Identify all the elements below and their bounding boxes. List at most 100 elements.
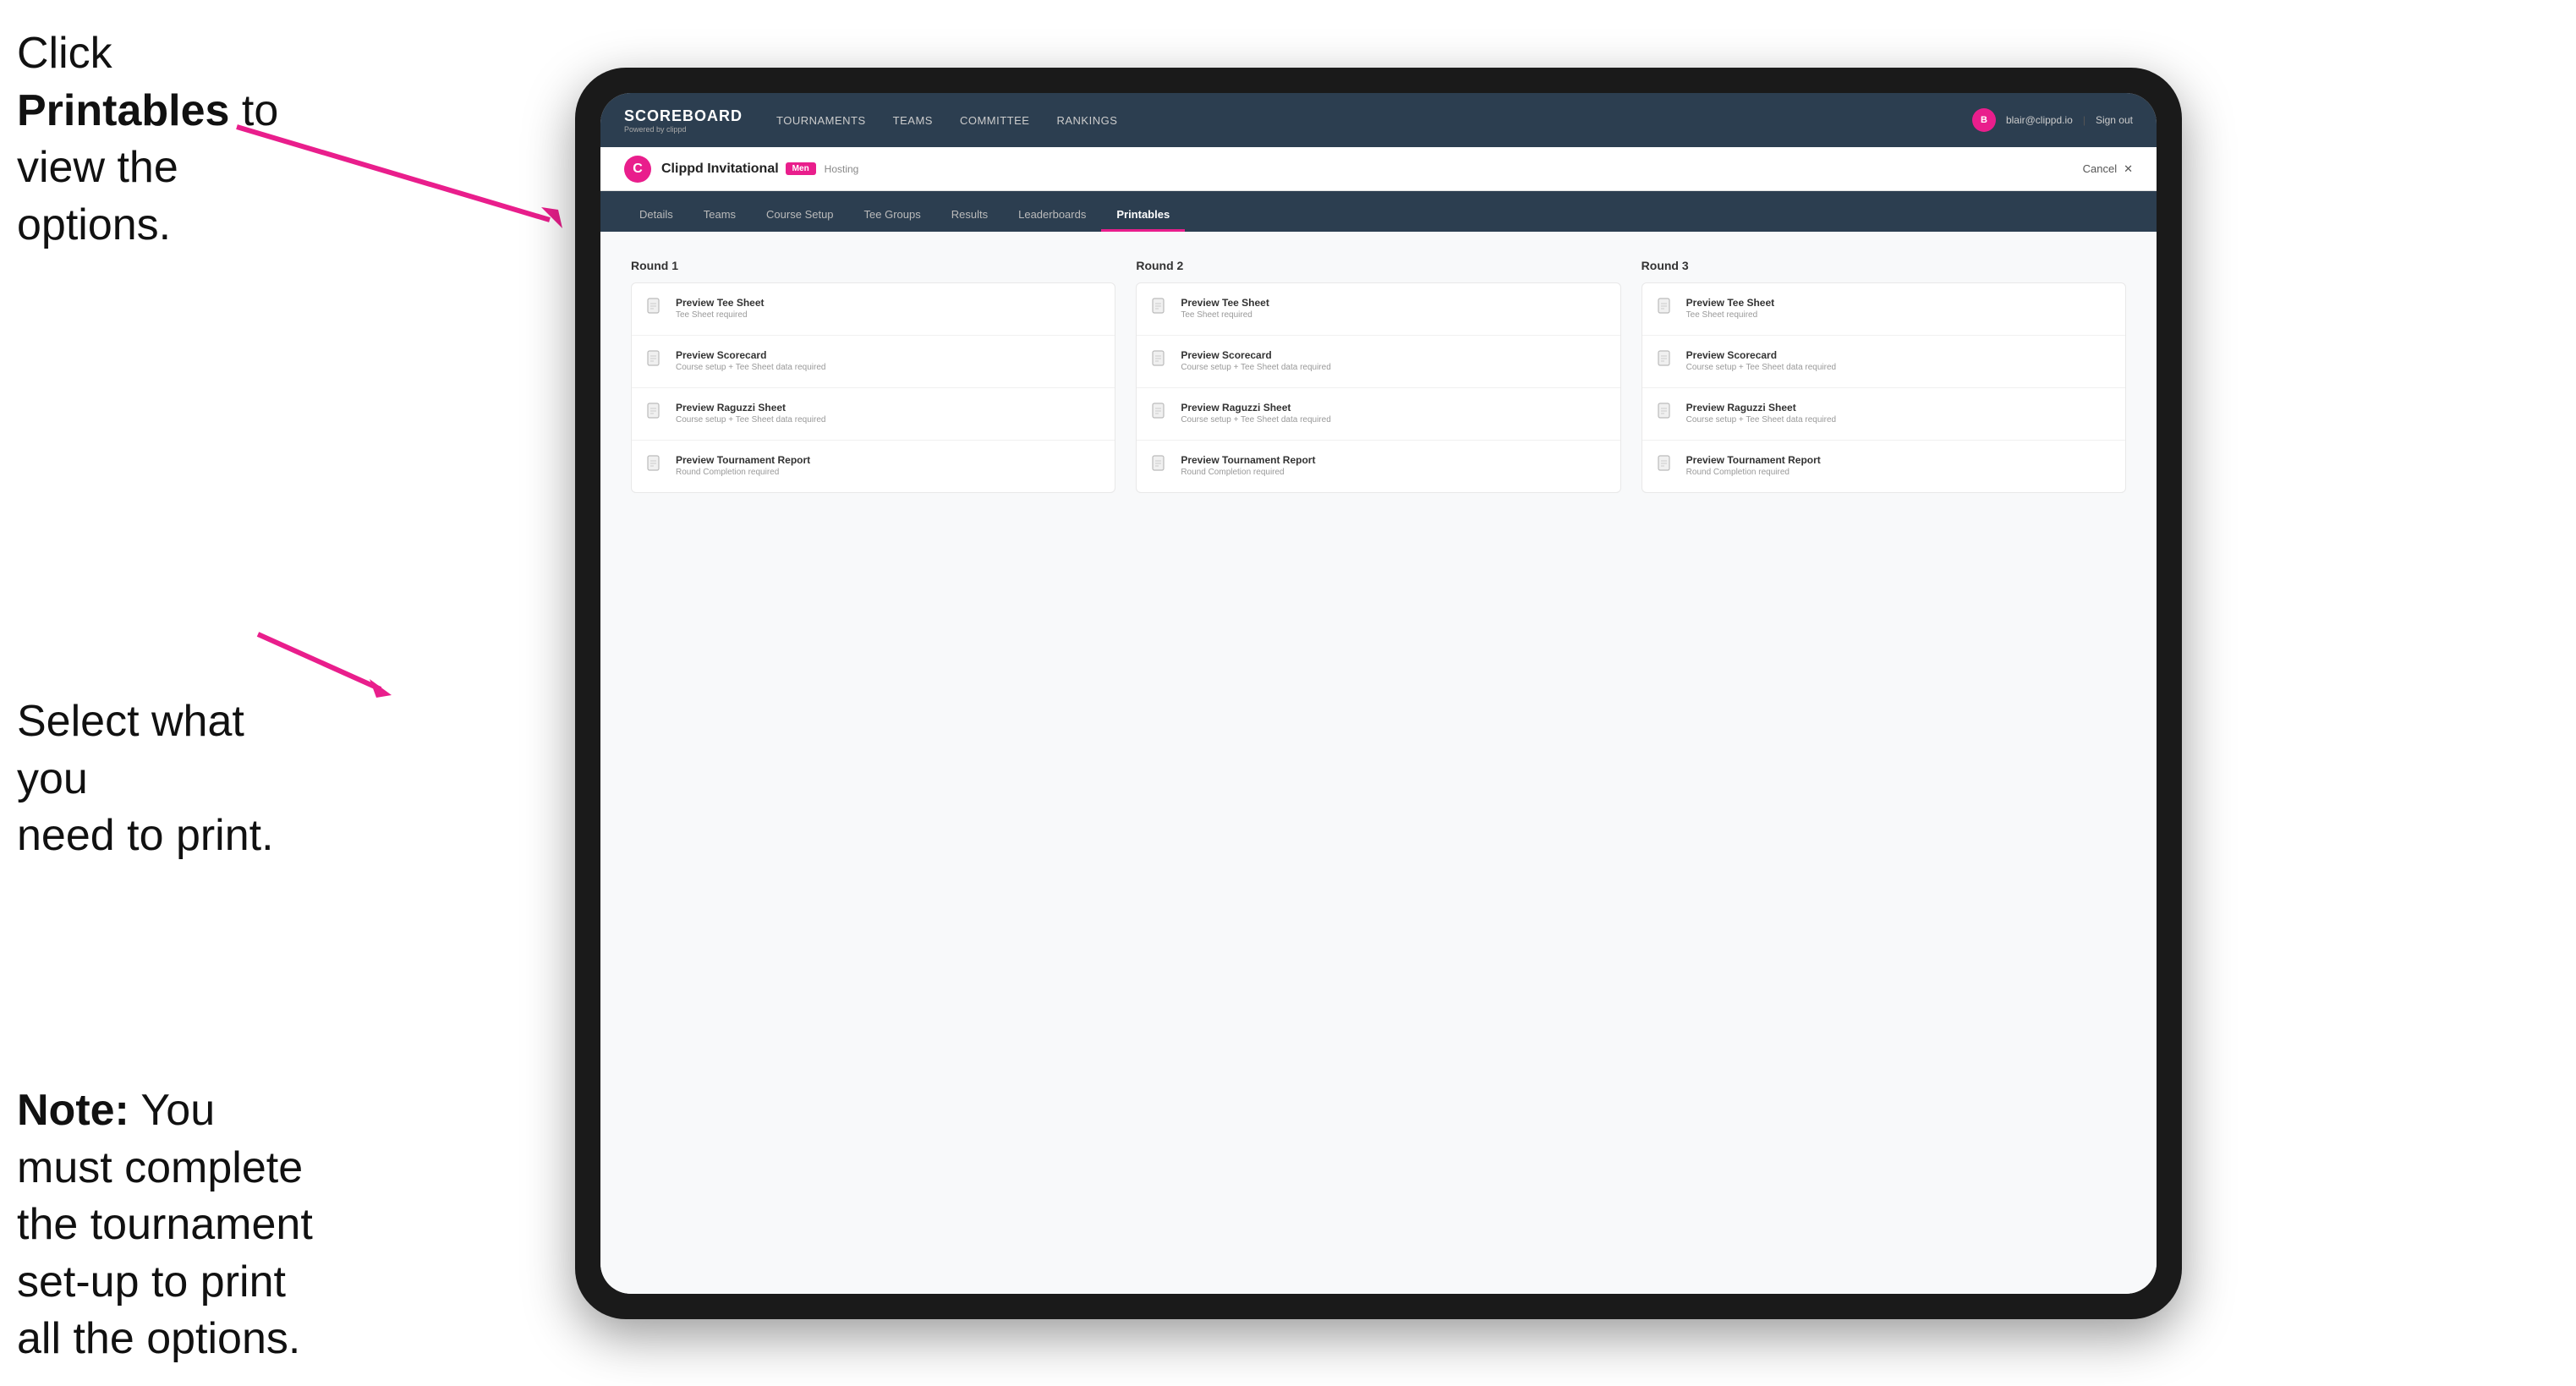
sub-header: C Clippd Invitational Men Hosting Cancel…: [600, 147, 2157, 191]
tournament-badge: Men: [786, 162, 816, 175]
r3-item2-subtitle: Course setup + Tee Sheet data required: [1686, 363, 1836, 372]
divider: [1642, 335, 2125, 336]
round-3-title: Round 3: [1642, 259, 2126, 272]
tablet-screen: SCOREBOARD Powered by clippd TOURNAMENTS…: [600, 93, 2157, 1294]
round-3-raguzzi[interactable]: Preview Raguzzi Sheet Course setup + Tee…: [1658, 402, 2110, 426]
top-nav: SCOREBOARD Powered by clippd TOURNAMENTS…: [600, 93, 2157, 147]
r3-item3-title: Preview Raguzzi Sheet: [1686, 402, 1836, 414]
r1-item4-title: Preview Tournament Report: [676, 454, 810, 466]
r2-item3-title: Preview Raguzzi Sheet: [1181, 402, 1330, 414]
r3-item4-title: Preview Tournament Report: [1686, 454, 1821, 466]
tournament-name: Clippd Invitational: [661, 162, 779, 177]
doc-icon: [647, 298, 667, 321]
round-1-tee-sheet[interactable]: Preview Tee Sheet Tee Sheet required: [647, 297, 1099, 321]
round-1-tournament-report[interactable]: Preview Tournament Report Round Completi…: [647, 454, 1099, 479]
r2-item1-title: Preview Tee Sheet: [1181, 297, 1269, 309]
tab-printables[interactable]: Printables: [1101, 200, 1185, 232]
tab-results[interactable]: Results: [936, 200, 1003, 232]
round-2-card: Preview Tee Sheet Tee Sheet required: [1136, 282, 1620, 493]
brand-sub: Powered by clippd: [624, 125, 743, 134]
doc-icon: [1658, 298, 1678, 321]
round-1-title: Round 1: [631, 259, 1115, 272]
doc-icon: [647, 403, 667, 426]
brand: SCOREBOARD Powered by clippd: [624, 107, 743, 134]
r1-item1-title: Preview Tee Sheet: [676, 297, 765, 309]
tournament-status: Hosting: [825, 163, 859, 175]
doc-icon: [1152, 403, 1172, 426]
round-2-tournament-report[interactable]: Preview Tournament Report Round Completi…: [1152, 454, 1604, 479]
tournament-logo: C: [624, 156, 651, 183]
top-nav-links: TOURNAMENTS TEAMS COMMITTEE RANKINGS: [776, 114, 1972, 127]
instruction-bold: Printables: [17, 86, 229, 135]
r2-item2-title: Preview Scorecard: [1181, 349, 1330, 361]
divider: [632, 387, 1115, 388]
tab-bar: Details Teams Course Setup Tee Groups Re…: [600, 191, 2157, 232]
nav-tournaments[interactable]: TOURNAMENTS: [776, 114, 866, 127]
round-3-scorecard[interactable]: Preview Scorecard Course setup + Tee She…: [1658, 349, 2110, 374]
divider: [1642, 387, 2125, 388]
r1-item2-subtitle: Course setup + Tee Sheet data required: [676, 363, 825, 372]
sign-out-link[interactable]: Sign out: [2096, 114, 2133, 126]
nav-rankings[interactable]: RANKINGS: [1056, 114, 1117, 127]
user-avatar: B: [1972, 108, 1996, 132]
r2-item4-subtitle: Round Completion required: [1181, 468, 1315, 477]
round-1-raguzzi[interactable]: Preview Raguzzi Sheet Course setup + Tee…: [647, 402, 1099, 426]
r1-item4-subtitle: Round Completion required: [676, 468, 810, 477]
tab-teams[interactable]: Teams: [688, 200, 751, 232]
divider: [1137, 440, 1620, 441]
round-2-title: Round 2: [1136, 259, 1620, 272]
r2-item4-title: Preview Tournament Report: [1181, 454, 1315, 466]
doc-icon: [1152, 455, 1172, 479]
round-1-scorecard[interactable]: Preview Scorecard Course setup + Tee She…: [647, 349, 1099, 374]
divider: [632, 335, 1115, 336]
brand-title: SCOREBOARD: [624, 107, 743, 125]
round-2-raguzzi[interactable]: Preview Raguzzi Sheet Course setup + Tee…: [1152, 402, 1604, 426]
doc-icon: [647, 350, 667, 374]
nav-committee[interactable]: COMMITTEE: [960, 114, 1030, 127]
main-content: Round 1: [600, 232, 2157, 1294]
r3-item1-title: Preview Tee Sheet: [1686, 297, 1775, 309]
doc-icon: [647, 455, 667, 479]
r3-item3-subtitle: Course setup + Tee Sheet data required: [1686, 415, 1836, 425]
rounds-grid: Round 1: [631, 259, 2126, 493]
round-1-card: Preview Tee Sheet Tee Sheet required: [631, 282, 1115, 493]
doc-icon: [1658, 350, 1678, 374]
r2-item1-subtitle: Tee Sheet required: [1181, 310, 1269, 320]
r1-item1-subtitle: Tee Sheet required: [676, 310, 765, 320]
round-2-column: Round 2: [1136, 259, 1620, 493]
r3-item4-subtitle: Round Completion required: [1686, 468, 1821, 477]
cancel-button[interactable]: Cancel ✕: [2083, 162, 2133, 176]
round-3-tee-sheet[interactable]: Preview Tee Sheet Tee Sheet required: [1658, 297, 2110, 321]
round-3-card: Preview Tee Sheet Tee Sheet required: [1642, 282, 2126, 493]
round-1-column: Round 1: [631, 259, 1115, 493]
instruction-bottom-text: Note: You must complete the tournament s…: [17, 1086, 313, 1363]
round-2-scorecard[interactable]: Preview Scorecard Course setup + Tee She…: [1152, 349, 1604, 374]
doc-icon: [1152, 298, 1172, 321]
tab-course-setup[interactable]: Course Setup: [751, 200, 849, 232]
round-3-column: Round 3: [1642, 259, 2126, 493]
divider: [1137, 335, 1620, 336]
tab-tee-groups[interactable]: Tee Groups: [849, 200, 936, 232]
nav-teams[interactable]: TEAMS: [893, 114, 933, 127]
r1-item3-subtitle: Course setup + Tee Sheet data required: [676, 415, 825, 425]
doc-icon: [1658, 455, 1678, 479]
divider: [632, 440, 1115, 441]
instruction-middle: Select what youneed to print.: [17, 693, 304, 865]
r3-item2-title: Preview Scorecard: [1686, 349, 1836, 361]
divider: [1137, 387, 1620, 388]
cancel-icon: ✕: [2124, 162, 2133, 176]
separator: |: [2083, 114, 2085, 126]
user-email: blair@clippd.io: [2006, 114, 2073, 126]
arrow-printables: [228, 118, 584, 237]
instruction-middle-text: Select what youneed to print.: [17, 697, 274, 860]
r3-item1-subtitle: Tee Sheet required: [1686, 310, 1775, 320]
r1-item2-title: Preview Scorecard: [676, 349, 825, 361]
r1-item3-title: Preview Raguzzi Sheet: [676, 402, 825, 414]
round-3-tournament-report[interactable]: Preview Tournament Report Round Completi…: [1658, 454, 2110, 479]
doc-icon: [1152, 350, 1172, 374]
top-nav-right: B blair@clippd.io | Sign out: [1972, 108, 2133, 132]
round-2-tee-sheet[interactable]: Preview Tee Sheet Tee Sheet required: [1152, 297, 1604, 321]
instruction-bottom: Note: You must complete the tournament s…: [17, 1082, 321, 1368]
tab-leaderboards[interactable]: Leaderboards: [1003, 200, 1101, 232]
tab-details[interactable]: Details: [624, 200, 688, 232]
